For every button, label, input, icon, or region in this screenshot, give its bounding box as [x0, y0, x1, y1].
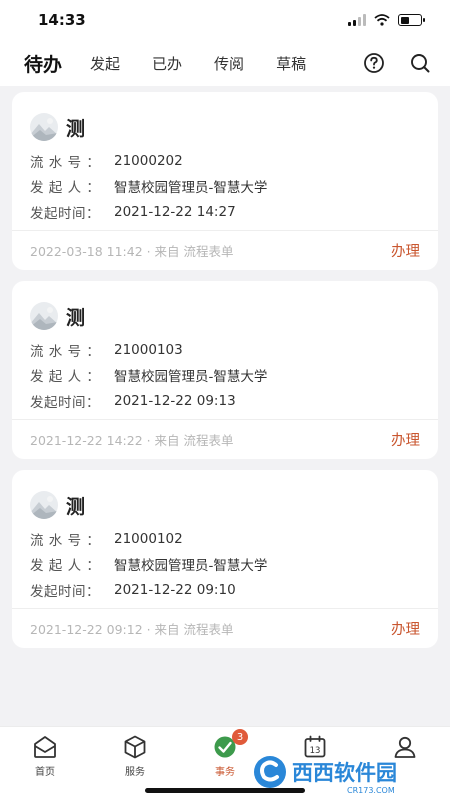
task-footer: 2021-12-22 14:22 · 来自 流程表单 办理 — [12, 419, 438, 459]
watermark-logo-icon — [254, 756, 286, 788]
landscape-avatar-icon — [30, 302, 58, 330]
top-nav: 待办 发起 已办 传阅 草稿 — [0, 40, 450, 86]
landscape-avatar-icon — [30, 113, 58, 141]
task-card[interactable]: 测 流 水 号 ： 21000102 发 起 人 ： 智慧校园管理员-智慧大学 … — [12, 470, 438, 648]
home-indicator — [145, 788, 305, 793]
initiator-value: 智慧校园管理员-智慧大学 — [114, 369, 268, 386]
handle-button[interactable]: 办理 — [391, 618, 420, 639]
avatar — [30, 113, 58, 141]
time-row: 发起时间： 2021-12-22 09:10 — [30, 577, 420, 603]
initiator-label: 发 起 人 ： — [30, 369, 101, 386]
landscape-avatar-icon — [30, 491, 58, 519]
serial-row: 流 水 号 ： 21000102 — [30, 526, 420, 552]
help-button[interactable] — [362, 51, 386, 75]
bottom-tab-label: 事务 — [215, 767, 235, 778]
task-details: 流 水 号 ： 21000202 发 起 人 ： 智慧校园管理员-智慧大学 发起… — [12, 148, 438, 225]
watermark-text: 西西软件园 — [292, 761, 397, 785]
task-card[interactable]: 测 流 水 号 ： 21000202 发 起 人 ： 智慧校园管理员-智慧大学 … — [12, 92, 438, 270]
tab-todo[interactable]: 待办 — [24, 50, 62, 77]
tasks-icon: 3 — [212, 729, 248, 760]
initiator-value: 智慧校园管理员-智慧大学 — [114, 558, 268, 575]
initiator-row: 发 起 人 ： 智慧校园管理员-智慧大学 — [30, 552, 420, 578]
status-bar: 14:33 — [0, 0, 450, 40]
box-icon — [122, 734, 148, 760]
signal-icon — [348, 14, 366, 26]
serial-label: 流 水 号 ： — [30, 154, 101, 171]
search-icon — [411, 54, 430, 73]
home-icon — [32, 734, 58, 760]
avatar — [30, 491, 58, 519]
avatar — [30, 302, 58, 330]
bottom-tab-label: 服务 — [125, 767, 145, 778]
serial-value: 21000202 — [114, 152, 183, 169]
time-label: 发起时间： — [30, 583, 100, 600]
initiator-row: 发 起 人 ： 智慧校园管理员-智慧大学 — [30, 174, 420, 200]
task-count-badge: 3 — [232, 729, 248, 745]
serial-row: 流 水 号 ： 21000103 — [30, 337, 420, 363]
bottom-tab-label: 首页 — [35, 767, 55, 778]
tab-circulate[interactable]: 传阅 — [214, 53, 244, 74]
initiator-label: 发 起 人 ： — [30, 180, 101, 197]
wifi-icon — [374, 14, 390, 26]
watermark-subtext: CR173.COM — [347, 786, 395, 795]
task-details: 流 水 号 ： 21000102 发 起 人 ： 智慧校园管理员-智慧大学 发起… — [12, 526, 438, 603]
tab-drafts[interactable]: 草稿 — [276, 53, 306, 74]
task-title: 测 — [66, 495, 86, 518]
initiator-row: 发 起 人 ： 智慧校园管理员-智慧大学 — [30, 363, 420, 389]
task-title: 测 — [66, 306, 86, 329]
task-footer: 2021-12-22 09:12 · 来自 流程表单 办理 — [12, 608, 438, 648]
time-value: 2021-12-22 14:27 — [114, 203, 236, 220]
serial-value: 21000103 — [114, 341, 183, 358]
serial-row: 流 水 号 ： 21000202 — [30, 148, 420, 174]
handle-button[interactable]: 办理 — [391, 240, 420, 261]
task-meta: 2021-12-22 09:12 · 来自 流程表单 — [30, 622, 234, 637]
question-circle-icon — [364, 53, 384, 73]
handle-button[interactable]: 办理 — [391, 429, 420, 450]
time-row: 发起时间： 2021-12-22 14:27 — [30, 199, 420, 225]
initiator-label: 发 起 人 ： — [30, 558, 101, 575]
status-time: 14:33 — [38, 11, 86, 29]
status-icons — [348, 14, 425, 26]
task-card-header: 测 — [12, 470, 438, 526]
time-value: 2021-12-22 09:10 — [114, 581, 236, 598]
time-row: 发起时间： 2021-12-22 09:13 — [30, 388, 420, 414]
time-label: 发起时间： — [30, 205, 100, 222]
serial-label: 流 水 号 ： — [30, 343, 101, 360]
task-meta: 2021-12-22 14:22 · 来自 流程表单 — [30, 433, 234, 448]
task-card-header: 测 — [12, 92, 438, 148]
task-title: 测 — [66, 117, 86, 140]
serial-value: 21000102 — [114, 530, 183, 547]
watermark: 西西软件园 CR173.COM — [252, 752, 442, 795]
task-card[interactable]: 测 流 水 号 ： 21000103 发 起 人 ： 智慧校园管理员-智慧大学 … — [12, 281, 438, 459]
tab-done[interactable]: 已办 — [152, 53, 182, 74]
time-value: 2021-12-22 09:13 — [114, 392, 236, 409]
search-button[interactable] — [408, 51, 432, 75]
initiator-value: 智慧校园管理员-智慧大学 — [114, 180, 268, 197]
tab-initiate[interactable]: 发起 — [90, 53, 120, 74]
time-label: 发起时间： — [30, 394, 100, 411]
task-footer: 2022-03-18 11:42 · 来自 流程表单 办理 — [12, 230, 438, 270]
nav-actions — [362, 51, 432, 75]
serial-label: 流 水 号 ： — [30, 532, 101, 549]
task-list: 测 流 水 号 ： 21000202 发 起 人 ： 智慧校园管理员-智慧大学 … — [12, 92, 438, 659]
task-details: 流 水 号 ： 21000103 发 起 人 ： 智慧校园管理员-智慧大学 发起… — [12, 337, 438, 414]
task-card-header: 测 — [12, 281, 438, 337]
battery-icon — [398, 14, 425, 26]
bottom-tab-home[interactable]: 首页 — [0, 727, 90, 801]
task-meta: 2022-03-18 11:42 · 来自 流程表单 — [30, 244, 234, 259]
